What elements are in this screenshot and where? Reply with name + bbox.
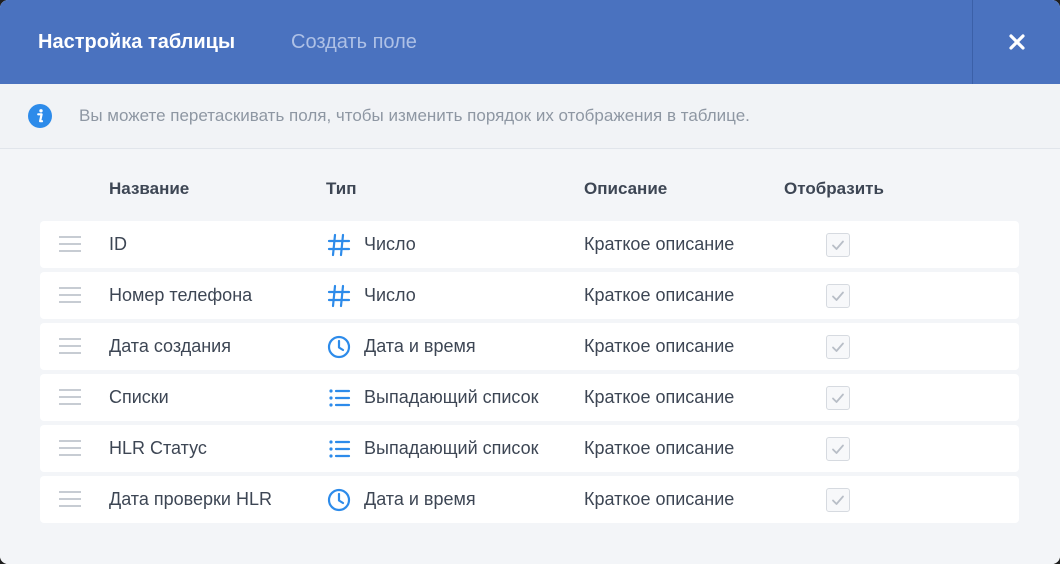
checkmark-icon <box>832 291 844 301</box>
drag-handle-icon[interactable] <box>59 440 83 457</box>
fields-table: Название Тип Описание Отобразить ID Число… <box>0 149 1060 564</box>
field-description: Краткое описание <box>584 438 735 458</box>
tab-table-settings[interactable]: Настройка таблицы <box>38 0 235 84</box>
field-type: Выпадающий список <box>364 438 539 458</box>
table-row[interactable]: ID Число Краткое описание <box>40 221 1019 268</box>
field-description: Краткое описание <box>584 489 735 509</box>
list-icon <box>329 389 351 407</box>
field-type: Дата и время <box>364 336 476 356</box>
hash-icon <box>327 233 351 257</box>
info-bar: Вы можете перетаскивать поля, чтобы изме… <box>0 84 1060 149</box>
field-name: Списки <box>109 387 169 407</box>
checkmark-icon <box>832 495 844 505</box>
show-checkbox[interactable] <box>826 386 850 410</box>
info-icon <box>28 104 52 128</box>
checkmark-icon <box>832 393 844 403</box>
table-row[interactable]: HLR Статус Выпадающий список Краткое описа… <box>40 425 1019 472</box>
field-type: Дата и время <box>364 489 476 509</box>
field-name: Номер телефона <box>109 285 253 305</box>
tab-create-field[interactable]: Создать поле <box>291 0 417 84</box>
field-name: ID <box>109 234 127 254</box>
show-checkbox[interactable] <box>826 437 850 461</box>
clock-icon <box>327 488 351 512</box>
table-settings-modal: Настройка таблицы Создать поле Вы можете… <box>0 0 1060 564</box>
table-row[interactable]: Списки Выпадающий список Краткое описание <box>40 374 1019 421</box>
column-header-type: Тип <box>326 179 357 198</box>
field-name: HLR Статус <box>109 438 207 458</box>
field-type: Число <box>364 234 416 254</box>
list-icon <box>329 440 351 458</box>
column-header-name: Название <box>109 179 190 198</box>
field-type: Число <box>364 285 416 305</box>
field-name: Дата создания <box>109 336 231 356</box>
show-checkbox[interactable] <box>826 284 850 308</box>
close-button[interactable] <box>973 0 1060 84</box>
show-checkbox[interactable] <box>826 335 850 359</box>
clock-icon <box>327 335 351 359</box>
checkmark-icon <box>832 342 844 352</box>
field-description: Краткое описание <box>584 285 735 305</box>
table-row[interactable]: Дата проверки HLR Дата и время Краткое опи… <box>40 476 1019 523</box>
field-description: Краткое описание <box>584 387 735 407</box>
drag-handle-icon[interactable] <box>59 287 83 304</box>
checkmark-icon <box>832 444 844 454</box>
column-header-description: Описание <box>584 179 668 198</box>
drag-handle-icon[interactable] <box>59 236 83 253</box>
fields-list: ID Число Краткое описание Номер телефона Чис… <box>40 221 1019 527</box>
drag-handle-icon[interactable] <box>59 389 83 406</box>
field-name: Дата проверки HLR <box>109 489 272 509</box>
table-row[interactable]: Дата создания Дата и время Краткое описани… <box>40 323 1019 370</box>
checkmark-icon <box>832 240 844 250</box>
show-checkbox[interactable] <box>826 233 850 257</box>
info-text: Вы можете перетаскивать поля, чтобы изме… <box>79 106 750 125</box>
column-header-show: Отобразить <box>784 179 884 198</box>
hash-icon <box>327 284 351 308</box>
field-description: Краткое описание <box>584 234 735 254</box>
show-checkbox[interactable] <box>826 488 850 512</box>
field-type: Выпадающий список <box>364 387 539 407</box>
modal-header: Настройка таблицы Создать поле <box>0 0 1060 84</box>
drag-handle-icon[interactable] <box>59 491 83 508</box>
field-description: Краткое описание <box>584 336 735 356</box>
table-row[interactable]: Номер телефона Число Краткое описание <box>40 272 1019 319</box>
close-icon <box>1008 34 1025 50</box>
drag-handle-icon[interactable] <box>59 338 83 355</box>
